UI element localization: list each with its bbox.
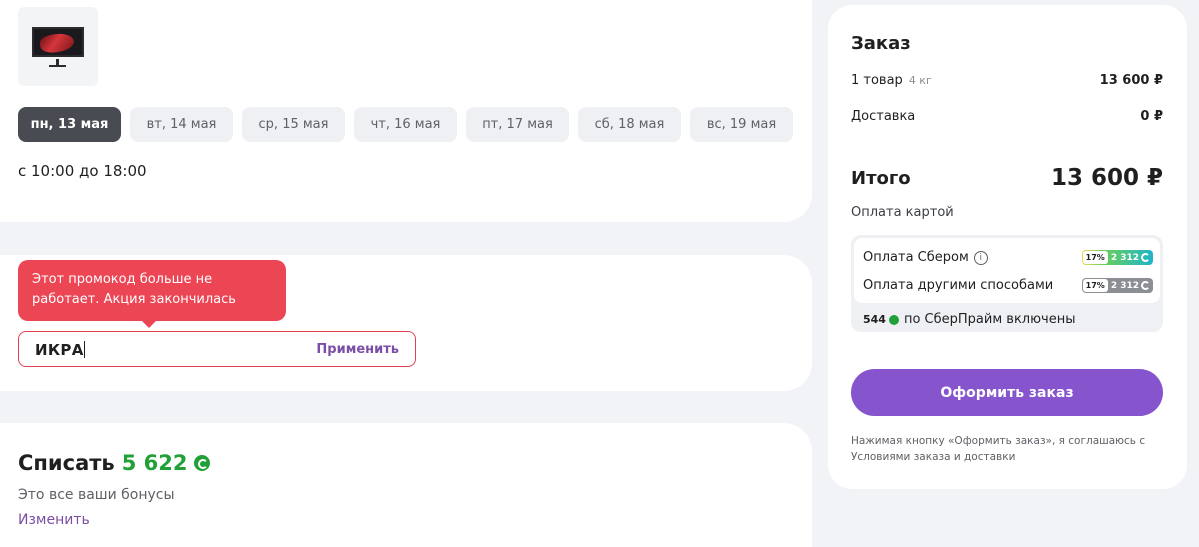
items-price: 13 600 ₽ — [1099, 73, 1163, 88]
bonus-amount: 5 622 — [121, 451, 188, 475]
pay-other-label: Оплата другими способами — [863, 278, 1054, 293]
bonus-card: Списать 5 622 Это все ваши бонусы Измени… — [0, 423, 812, 547]
delivery-row: Доставка 0 ₽ — [851, 109, 1163, 124]
prime-text: по СберПрайм включены — [903, 312, 1076, 327]
checkout-page: пн, 13 мая вт, 14 мая ср, 15 мая чт, 16 … — [0, 0, 1199, 547]
payment-method-label: Оплата картой — [851, 205, 954, 220]
date-chip-sat-18[interactable]: сб, 18 мая — [578, 107, 681, 142]
sberprime-line: 544 по СберПрайм включены — [863, 312, 1076, 327]
checkout-button[interactable]: Оформить заказ — [851, 369, 1163, 416]
date-chip-thu-16[interactable]: чт, 16 мая — [354, 107, 457, 142]
pay-sber-label: Оплата Сбером — [863, 250, 969, 265]
order-title: Заказ — [851, 33, 911, 54]
bonus-title-label: Списать — [18, 451, 115, 475]
order-summary-card: Заказ 1 товар 4 кг 13 600 ₽ Доставка 0 ₽ … — [828, 5, 1187, 489]
sber-bonus-badge: 17% 2 312 — [1081, 250, 1153, 265]
items-row: 1 товар 4 кг 13 600 ₽ — [851, 73, 1163, 88]
promo-card: Этот промокод больше не работает. Акция … — [0, 255, 812, 391]
delivery-price: 0 ₽ — [1140, 109, 1163, 124]
apply-promo-button[interactable]: Применить — [316, 342, 399, 357]
other-bonus-badge: 17% 2 312 — [1081, 278, 1153, 293]
date-chip-tue-14[interactable]: вт, 14 мая — [130, 107, 233, 142]
date-chip-sun-19[interactable]: вс, 19 мая — [690, 107, 793, 142]
pay-sber-row: Оплата Сбером i 17% 2 312 — [863, 250, 1153, 265]
info-icon[interactable]: i — [973, 250, 988, 265]
items-weight: 4 кг — [908, 74, 932, 87]
bonus-subtitle: Это все ваши бонусы — [18, 487, 175, 503]
pay-other-row: Оплата другими способами 17% 2 312 — [863, 278, 1153, 293]
text-cursor — [83, 340, 85, 358]
total-label: Итого — [851, 167, 911, 189]
sber-bonus-icon — [194, 455, 211, 471]
legal-notice: Нажимая кнопку «Оформить заказ», я согла… — [851, 435, 1146, 463]
product-thumbnail[interactable] — [18, 7, 98, 86]
delivery-card: пн, 13 мая вт, 14 мая ср, 15 мая чт, 16 … — [0, 0, 812, 222]
monitor-image — [32, 27, 84, 57]
promo-code-input[interactable]: ИКРА Применить — [18, 331, 416, 367]
promo-error-tooltip: Этот промокод больше не работает. Акция … — [18, 260, 286, 328]
sber-bonus-icon — [888, 314, 899, 325]
promo-code-value: ИКРА — [35, 340, 84, 359]
date-chip-fri-17[interactable]: пт, 17 мая — [466, 107, 569, 142]
change-bonus-link[interactable]: Изменить — [18, 512, 90, 528]
items-count: 1 товар — [851, 73, 903, 88]
date-chip-mon-13[interactable]: пн, 13 мая — [18, 107, 121, 142]
delivery-date-selector: пн, 13 мая вт, 14 мая ср, 15 мая чт, 16 … — [18, 107, 793, 142]
bonus-coin-icon — [1141, 253, 1150, 262]
bonus-coin-icon — [1141, 281, 1150, 290]
bonus-title: Списать 5 622 — [18, 451, 211, 475]
prime-amount: 544 — [863, 313, 886, 326]
payment-bonus-box: Оплата Сбером i 17% 2 312 Оплата другими … — [851, 235, 1163, 332]
delivery-label: Доставка — [851, 109, 916, 124]
total-value: 13 600 ₽ — [1050, 165, 1163, 191]
date-chip-wed-15[interactable]: ср, 15 мая — [242, 107, 345, 142]
delivery-time-range: с 10:00 до 18:00 — [18, 162, 147, 180]
total-row: Итого 13 600 ₽ — [851, 165, 1163, 191]
